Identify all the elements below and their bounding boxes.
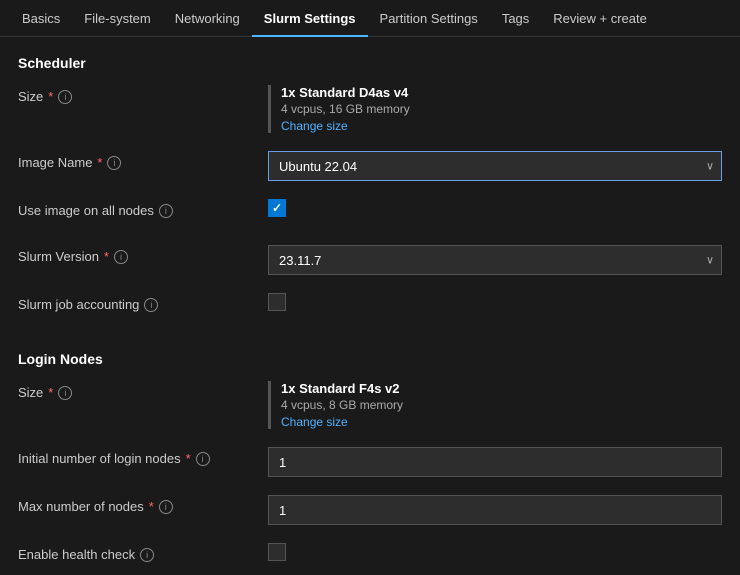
max-nodes-row: Max number of nodes * i bbox=[18, 495, 722, 525]
scheduler-size-row: Size * i 1x Standard D4as v4 4 vcpus, 16… bbox=[18, 85, 722, 133]
initial-login-nodes-label: Initial number of login nodes * i bbox=[18, 447, 268, 466]
enable-health-check-row: Enable health check i bbox=[18, 543, 722, 571]
use-image-info-icon[interactable]: i bbox=[159, 204, 173, 218]
max-nodes-input[interactable] bbox=[268, 495, 722, 525]
scheduler-size-label: Size * i bbox=[18, 85, 268, 104]
slurm-version-control: 23.11.7 23.11.6 23.11.5 ∨ bbox=[268, 245, 722, 275]
login-size-label-text: Size bbox=[18, 385, 43, 400]
use-image-label: Use image on all nodes i bbox=[18, 199, 268, 218]
image-name-required: * bbox=[97, 155, 102, 170]
login-vm-detail: 4 vcpus, 8 GB memory bbox=[281, 398, 722, 412]
slurm-version-label: Slurm Version * i bbox=[18, 245, 268, 264]
enable-health-check-control bbox=[268, 543, 722, 561]
max-nodes-required: * bbox=[149, 499, 154, 514]
slurm-job-accounting-control bbox=[268, 293, 722, 311]
max-nodes-label: Max number of nodes * i bbox=[18, 495, 268, 514]
slurm-job-accounting-row: Slurm job accounting i bbox=[18, 293, 722, 321]
enable-health-check-checkbox-wrapper bbox=[268, 543, 722, 561]
login-size-label: Size * i bbox=[18, 381, 268, 400]
use-image-label-text: Use image on all nodes bbox=[18, 203, 154, 218]
login-vm-size-block: 1x Standard F4s v2 4 vcpus, 8 GB memory … bbox=[268, 381, 722, 429]
scheduler-vm-size-block: 1x Standard D4as v4 4 vcpus, 16 GB memor… bbox=[268, 85, 722, 133]
slurm-version-row: Slurm Version * i 23.11.7 23.11.6 23.11.… bbox=[18, 245, 722, 275]
slurm-job-accounting-checkbox[interactable] bbox=[268, 293, 286, 311]
main-content: Scheduler Size * i 1x Standard D4as v4 4… bbox=[0, 37, 740, 575]
scheduler-vm-name: 1x Standard D4as v4 bbox=[281, 85, 722, 100]
slurm-version-select-wrapper: 23.11.7 23.11.6 23.11.5 ∨ bbox=[268, 245, 722, 275]
slurm-job-accounting-info-icon[interactable]: i bbox=[144, 298, 158, 312]
tab-tags[interactable]: Tags bbox=[490, 0, 541, 37]
image-name-select-wrapper: Ubuntu 22.04 Ubuntu 20.04 CentOS 7 ∨ bbox=[268, 151, 722, 181]
image-name-control: Ubuntu 22.04 Ubuntu 20.04 CentOS 7 ∨ bbox=[268, 151, 722, 181]
scheduler-change-size-link[interactable]: Change size bbox=[281, 119, 722, 133]
image-name-row: Image Name * i Ubuntu 22.04 Ubuntu 20.04… bbox=[18, 151, 722, 181]
tab-partition-settings[interactable]: Partition Settings bbox=[368, 0, 490, 37]
login-size-value: 1x Standard F4s v2 4 vcpus, 8 GB memory … bbox=[268, 381, 722, 429]
tab-file-system[interactable]: File-system bbox=[72, 0, 162, 37]
login-nodes-section-header: Login Nodes bbox=[18, 351, 722, 367]
slurm-version-select[interactable]: 23.11.7 23.11.6 23.11.5 bbox=[268, 245, 722, 275]
login-vm-name: 1x Standard F4s v2 bbox=[281, 381, 722, 396]
image-name-label: Image Name * i bbox=[18, 151, 268, 170]
tab-review-create[interactable]: Review + create bbox=[541, 0, 659, 37]
max-nodes-info-icon[interactable]: i bbox=[159, 500, 173, 514]
tab-slurm-settings[interactable]: Slurm Settings bbox=[252, 0, 368, 37]
enable-health-check-checkbox[interactable] bbox=[268, 543, 286, 561]
scheduler-size-label-text: Size bbox=[18, 89, 43, 104]
enable-health-check-info-icon[interactable]: i bbox=[140, 548, 154, 562]
enable-health-check-label-text: Enable health check bbox=[18, 547, 135, 562]
use-image-all-nodes-row: Use image on all nodes i bbox=[18, 199, 722, 227]
tab-bar: Basics File-system Networking Slurm Sett… bbox=[0, 0, 740, 37]
initial-login-nodes-label-text: Initial number of login nodes bbox=[18, 451, 181, 466]
slurm-version-label-text: Slurm Version bbox=[18, 249, 99, 264]
use-image-checkbox[interactable] bbox=[268, 199, 286, 217]
enable-health-check-label: Enable health check i bbox=[18, 543, 268, 562]
slurm-job-accounting-checkbox-wrapper bbox=[268, 293, 722, 311]
image-name-label-text: Image Name bbox=[18, 155, 92, 170]
slurm-job-accounting-label: Slurm job accounting i bbox=[18, 293, 268, 312]
initial-login-nodes-control bbox=[268, 447, 722, 477]
scheduler-size-value: 1x Standard D4as v4 4 vcpus, 16 GB memor… bbox=[268, 85, 722, 133]
slurm-version-required: * bbox=[104, 249, 109, 264]
slurm-job-accounting-label-text: Slurm job accounting bbox=[18, 297, 139, 312]
tab-basics[interactable]: Basics bbox=[10, 0, 72, 37]
scheduler-vm-detail: 4 vcpus, 16 GB memory bbox=[281, 102, 722, 116]
use-image-control bbox=[268, 199, 722, 217]
login-size-info-icon[interactable]: i bbox=[58, 386, 72, 400]
initial-login-nodes-row: Initial number of login nodes * i bbox=[18, 447, 722, 477]
image-name-select[interactable]: Ubuntu 22.04 Ubuntu 20.04 CentOS 7 bbox=[268, 151, 722, 181]
section-divider-1 bbox=[18, 339, 722, 351]
initial-login-nodes-info-icon[interactable]: i bbox=[196, 452, 210, 466]
initial-login-nodes-input[interactable] bbox=[268, 447, 722, 477]
image-name-info-icon[interactable]: i bbox=[107, 156, 121, 170]
scheduler-size-info-icon[interactable]: i bbox=[58, 90, 72, 104]
login-size-row: Size * i 1x Standard F4s v2 4 vcpus, 8 G… bbox=[18, 381, 722, 429]
login-size-required: * bbox=[48, 385, 53, 400]
slurm-version-info-icon[interactable]: i bbox=[114, 250, 128, 264]
use-image-checkbox-wrapper bbox=[268, 199, 722, 217]
scheduler-size-required: * bbox=[48, 89, 53, 104]
login-change-size-link[interactable]: Change size bbox=[281, 415, 722, 429]
tab-networking[interactable]: Networking bbox=[163, 0, 252, 37]
initial-login-nodes-required: * bbox=[186, 451, 191, 466]
max-nodes-label-text: Max number of nodes bbox=[18, 499, 144, 514]
scheduler-section-header: Scheduler bbox=[18, 55, 722, 71]
max-nodes-control bbox=[268, 495, 722, 525]
